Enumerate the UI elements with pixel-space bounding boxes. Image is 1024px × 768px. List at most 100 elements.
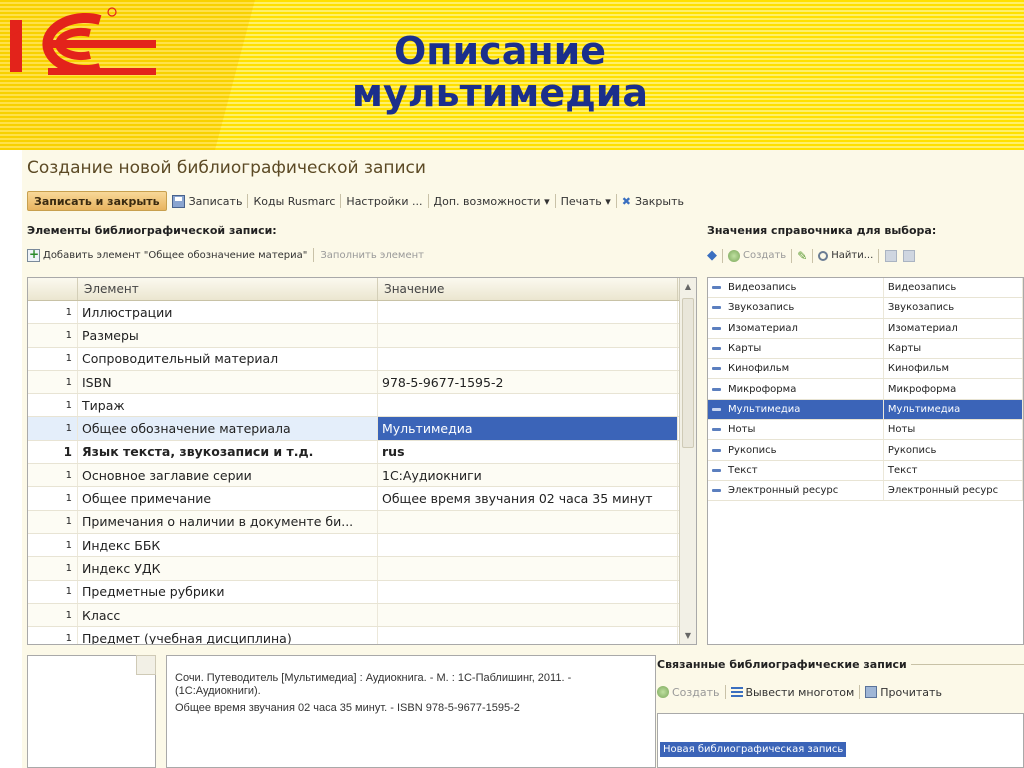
row-value[interactable] <box>378 533 678 557</box>
row-value[interactable] <box>378 301 678 324</box>
item-name-text: Звукозапись <box>728 302 795 314</box>
table-row[interactable]: 1 Примечания о наличии в документе би... <box>28 510 696 534</box>
elements-toolbar: Добавить элемент "Общее обозначение мате… <box>27 247 424 262</box>
list-item[interactable]: Звукозапись Звукозапись <box>708 298 1023 319</box>
write-close-button[interactable]: Записать и закрыть <box>27 191 167 211</box>
table-row[interactable]: 1 Размеры <box>28 324 696 348</box>
item-name: Кинофильм <box>708 359 884 379</box>
row-element: Размеры <box>78 324 378 347</box>
directory-find-button[interactable]: Найти... <box>831 250 873 261</box>
close-button[interactable]: ✖ Закрыть <box>617 191 689 211</box>
table-row[interactable]: 1 Иллюстрации <box>28 301 696 325</box>
search-icon <box>818 250 829 261</box>
list-item[interactable]: Микроформа Микроформа <box>708 379 1023 400</box>
list-item[interactable]: Видеозапись Видеозапись <box>708 278 1023 299</box>
list-item[interactable]: Текст Текст <box>708 460 1023 481</box>
slide-title: Описание мультимедиа <box>250 30 750 114</box>
write-button-label: Записать <box>188 194 243 208</box>
table-row[interactable]: 1 Предмет (учебная дисциплина) <box>28 627 696 644</box>
panel-corner-button[interactable] <box>136 655 156 675</box>
header-value[interactable]: Значение <box>378 278 678 300</box>
related-create-button[interactable]: Создать <box>672 686 720 699</box>
list-item[interactable]: Кинофильм Кинофильм <box>708 359 1023 380</box>
related-record-item[interactable]: Новая библиографическая запись <box>660 742 847 757</box>
settings-button[interactable]: Настройки ... <box>341 191 427 211</box>
row-number: 1 <box>28 440 78 464</box>
elements-section-title: Элементы библиографической записи: <box>27 224 277 237</box>
list-item[interactable]: Изоматериал Изоматериал <box>708 318 1023 339</box>
row-number: 1 <box>28 301 78 324</box>
row-value[interactable] <box>378 557 678 580</box>
create-circle-icon <box>728 249 740 262</box>
window-title: Создание новой библиографической записи <box>27 158 426 178</box>
item-dash-icon <box>712 407 721 411</box>
list-item[interactable]: Карты Карты <box>708 338 1023 360</box>
directory-create-button[interactable]: Создать <box>743 250 786 261</box>
row-value[interactable] <box>378 580 678 603</box>
print-menu-button[interactable]: Печать ▾ <box>556 191 616 211</box>
elements-scrollbar[interactable]: ▲ ▼ <box>679 278 696 644</box>
table-row[interactable]: 1 Предметные рубрики <box>28 580 696 604</box>
table-row-selected[interactable]: 1 Общее обозначение материала Мультимедиа <box>28 417 696 441</box>
pencil-icon[interactable]: ✎ <box>797 249 807 263</box>
filter-off-icon[interactable] <box>885 249 898 262</box>
scroll-thumb[interactable] <box>682 298 694 448</box>
item-name-text: Видеозапись <box>728 282 797 294</box>
row-element: Тираж <box>78 394 378 417</box>
header-element[interactable]: Элемент <box>78 278 378 300</box>
rusmarc-button[interactable]: Коды Rusmarc <box>248 191 340 211</box>
write-button[interactable]: Записать <box>167 191 248 211</box>
description-line2: Общее время звучания 02 часа 35 минут. -… <box>175 702 520 714</box>
delete-icon[interactable] <box>903 249 916 262</box>
toolbar-separator <box>722 248 723 263</box>
row-value[interactable] <box>378 394 678 417</box>
row-element: ISBN <box>78 370 378 394</box>
row-number: 1 <box>28 394 78 417</box>
item-name: Карты <box>708 338 884 359</box>
fill-element-button[interactable]: Заполнить элемент <box>320 250 424 261</box>
toolbar-separator <box>812 248 814 263</box>
row-value[interactable]: Мультимедиа <box>378 417 678 440</box>
table-row[interactable]: 1 Тираж <box>28 394 696 418</box>
table-row[interactable]: 1 Сопроводительный материал <box>28 347 696 371</box>
item-repr: Изоматериал <box>884 318 1023 338</box>
table-row[interactable]: 1 Класс <box>28 603 696 628</box>
row-value[interactable] <box>378 627 678 644</box>
row-value[interactable] <box>378 603 678 627</box>
arrow-left-icon[interactable]: ◆ <box>707 248 717 263</box>
table-row[interactable]: 1 Общее примечание Общее время звучания 02… <box>28 487 696 511</box>
item-name: Видеозапись <box>708 278 884 298</box>
row-value[interactable]: rus <box>378 440 678 464</box>
table-row[interactable]: 1 Индекс УДК <box>28 557 696 581</box>
description-preview: Сочи. Путеводитель [Мультимедиа] : Аудио… <box>166 655 656 768</box>
table-row[interactable]: 1 Индекс ББК <box>28 533 696 558</box>
related-title-text: Связанные библиографические записи <box>657 658 907 671</box>
item-dash-icon <box>712 306 721 310</box>
item-repr: Ноты <box>884 420 1023 440</box>
output-multivolume-button[interactable]: Вывести многотом <box>746 686 855 699</box>
list-item-selected[interactable]: Мультимедиа Мультимедиа <box>708 399 1023 421</box>
row-value[interactable] <box>378 324 678 347</box>
row-element: Индекс УДК <box>78 557 378 580</box>
scroll-down-icon[interactable]: ▼ <box>680 627 696 644</box>
add-element-button[interactable]: Добавить элемент "Общее обозначение мате… <box>43 250 307 261</box>
table-row[interactable]: 1 Основное заглавие серии 1С:Аудиокниги <box>28 464 696 488</box>
table-row[interactable]: 1 ISBN 978-5-9677-1595-2 <box>28 370 696 395</box>
item-name-text: Кинофильм <box>728 363 790 375</box>
row-value[interactable]: 978-5-9677-1595-2 <box>378 370 678 394</box>
scroll-up-icon[interactable]: ▲ <box>680 278 696 295</box>
elements-grid: Элемент Значение 1 Иллюстрации 1 Размеры 1… <box>27 277 697 645</box>
row-value[interactable] <box>378 510 678 533</box>
read-button[interactable]: Прочитать <box>880 686 942 699</box>
table-row[interactable]: 1 Язык текста, звукозаписи и т.д. rus <box>28 440 696 465</box>
row-element: Предметные рубрики <box>78 580 378 603</box>
row-value[interactable]: 1С:Аудиокниги <box>378 464 678 487</box>
row-value[interactable] <box>378 347 678 370</box>
list-item[interactable]: Электронный ресурс Электронный ресурс <box>708 480 1023 502</box>
list-item[interactable]: Ноты Ноты <box>708 420 1023 441</box>
item-repr: Звукозапись <box>884 298 1023 318</box>
list-item[interactable]: Рукопись Рукопись <box>708 440 1023 461</box>
row-value[interactable]: Общее время звучания 02 часа 35 минут <box>378 487 678 510</box>
item-repr: Карты <box>884 338 1023 359</box>
extras-menu-button[interactable]: Доп. возможности ▾ <box>429 191 555 211</box>
